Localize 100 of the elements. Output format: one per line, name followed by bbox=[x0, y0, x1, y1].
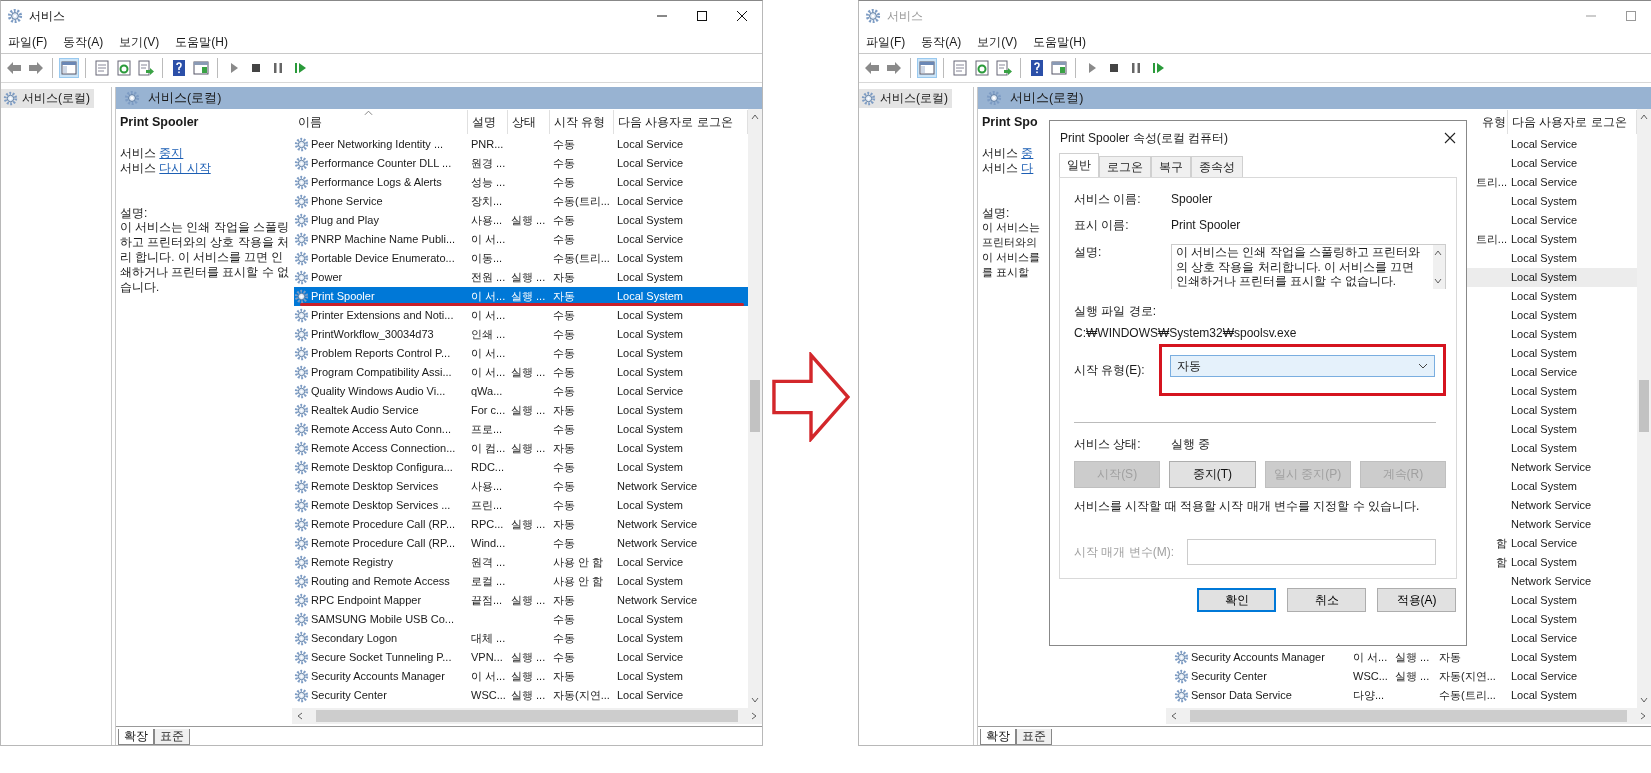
table-cell-text: 실행 ... bbox=[510, 403, 547, 418]
table-cell-text: Local Service bbox=[616, 688, 685, 703]
table-cell-text: RPC Endpoint Mapper bbox=[311, 593, 422, 608]
table-cell-text: VPN... bbox=[470, 650, 504, 665]
table-cell-text: Local Service bbox=[1510, 536, 1579, 551]
table-cell-text: 수동 bbox=[552, 308, 576, 323]
table-cell-text: Local System bbox=[616, 669, 685, 684]
table-cell-text: RDC... bbox=[470, 460, 505, 475]
table-cell-text: 수동 bbox=[552, 137, 576, 152]
table-cell-text: Program Compatibility Assi... bbox=[311, 365, 452, 380]
table-cell-text: 수동(트리... bbox=[1438, 688, 1497, 703]
table-cell-text: 수동(트리... bbox=[552, 251, 611, 266]
table-cell-text: 프린... bbox=[470, 498, 504, 513]
action-line: 서비스 다 bbox=[982, 161, 1034, 176]
table-cell-text: 수동 bbox=[552, 612, 576, 627]
table-cell-text: Local System bbox=[616, 422, 685, 437]
table-cell-text: WSC... bbox=[1352, 669, 1389, 684]
table-cell-text: Local System bbox=[616, 631, 685, 646]
description-text: 를 표시할 bbox=[982, 265, 1030, 280]
table-cell-text: Local System bbox=[616, 327, 685, 342]
action-line: 서비스 다시 시작 bbox=[120, 161, 212, 176]
table-cell-text: Local System bbox=[616, 460, 685, 475]
table-cell-text: 수동 bbox=[552, 498, 576, 513]
table-cell-text: Problem Reports Control P... bbox=[311, 346, 451, 361]
table-cell-text: PNR... bbox=[470, 137, 505, 152]
window-title: 서비스 bbox=[887, 7, 923, 25]
description-text: 프린터와의 bbox=[982, 235, 1037, 250]
table-cell-text: 자동 bbox=[552, 593, 576, 608]
table-cell-text: Remote Procedure Call (RP... bbox=[311, 536, 456, 551]
table-cell-text: Local System bbox=[1510, 308, 1579, 323]
table-cell-text: 자동 bbox=[552, 669, 576, 684]
table-cell-text: Network Service bbox=[1510, 574, 1593, 589]
table-cell-text: Local System bbox=[616, 365, 685, 380]
table-cell-text: 이 서... bbox=[470, 346, 507, 361]
table-cell-text: 수동 bbox=[552, 422, 576, 437]
table-cell-text: Local System bbox=[1510, 232, 1579, 247]
description-text: 이 서비스는 bbox=[982, 220, 1041, 235]
table-cell-text: Performance Logs & Alerts bbox=[311, 175, 442, 190]
table-cell-text: qWa... bbox=[470, 384, 504, 399]
table-cell-text: Remote Access Connection... bbox=[311, 441, 456, 456]
table-cell-text: Local System bbox=[1510, 346, 1579, 361]
table-cell-text: Security Accounts Manager bbox=[311, 669, 445, 684]
table-cell-text: 수동 bbox=[552, 346, 576, 361]
table-cell-text: Local System bbox=[1510, 650, 1579, 665]
table-cell-text: 전원 ... bbox=[470, 270, 507, 285]
table-cell-text: Remote Procedure Call (RP... bbox=[311, 517, 456, 532]
table-cell-text: Network Service bbox=[616, 517, 699, 532]
table-cell-text: Local Service bbox=[1510, 669, 1579, 684]
table-cell-text: 실행 ... bbox=[510, 593, 547, 608]
panel-title: 서비스(로컬) bbox=[148, 89, 222, 107]
hint-text: 서비스를 시작할 때 적용할 시작 매개 변수를 지정할 수 있습니다. bbox=[1074, 498, 1421, 515]
field-value: 실행 중 bbox=[1171, 435, 1211, 453]
table-cell-text: SAMSUNG Mobile USB Co... bbox=[311, 612, 455, 627]
table-cell-text: 자동 bbox=[552, 270, 576, 285]
table-cell-text: Local System bbox=[1510, 612, 1579, 627]
table-cell-text: Secondary Logon bbox=[311, 631, 398, 646]
field-label: 시작 유형(E): bbox=[1074, 361, 1146, 379]
table-cell-text: Remote Registry bbox=[311, 555, 393, 570]
table-cell-text: Local System bbox=[1510, 688, 1579, 703]
field-label: 서비스 상태: bbox=[1074, 435, 1142, 453]
table-cell-text: 수동 bbox=[552, 175, 576, 190]
table-cell-text: Local System bbox=[616, 346, 685, 361]
table-cell-text: Local System bbox=[616, 574, 685, 589]
table-cell-text: 수동 bbox=[552, 232, 576, 247]
table-cell-text: 이 서... bbox=[1352, 650, 1389, 665]
table-cell-text: Security Center bbox=[1191, 669, 1267, 684]
field-label: 서비스 이름: bbox=[1074, 190, 1142, 208]
service-name: Print Spooler bbox=[120, 115, 200, 129]
table-cell-text: Remote Access Auto Conn... bbox=[311, 422, 452, 437]
table-cell-text: Local System bbox=[616, 251, 685, 266]
table-cell-text: 실행 ... bbox=[510, 688, 547, 703]
table-cell-text: Local Service bbox=[616, 156, 685, 171]
table-cell-text: Local System bbox=[1510, 384, 1579, 399]
table-cell-text: Local System bbox=[1510, 555, 1579, 570]
description-label: 설명: bbox=[120, 206, 149, 220]
table-cell-text: Quality Windows Audio Vi... bbox=[311, 384, 446, 399]
table-cell-text: 자동 bbox=[552, 289, 576, 304]
table-cell-text: 실행 ... bbox=[510, 669, 547, 684]
table-cell-text: 프로... bbox=[470, 422, 504, 437]
table-cell-text: Security Accounts Manager bbox=[1191, 650, 1325, 665]
table-cell-text: 실행 ... bbox=[1394, 650, 1431, 665]
table-cell-text: Network Service bbox=[1510, 517, 1593, 532]
table-cell-text: 트리... bbox=[1474, 232, 1508, 247]
table-cell-text: 수동 bbox=[552, 631, 576, 646]
table-cell-text: Security Center bbox=[311, 688, 387, 703]
table-cell-text: 함 bbox=[1495, 555, 1508, 570]
table-cell-text: PrintWorkflow_30034d73 bbox=[311, 327, 434, 342]
panel-title: 서비스(로컬) bbox=[1010, 89, 1084, 107]
table-cell-text: Local Service bbox=[616, 384, 685, 399]
table-cell-text: Remote Desktop Configura... bbox=[311, 460, 453, 475]
table-cell-text: Network Service bbox=[616, 479, 699, 494]
table-cell-text: Peer Networking Identity ... bbox=[311, 137, 444, 152]
table-cell-text: 실행 ... bbox=[510, 650, 547, 665]
table-cell-text: 자동(지연... bbox=[1438, 669, 1497, 684]
tree-label: 서비스(로컬) bbox=[880, 90, 948, 107]
table-cell-text: 이 서... bbox=[470, 669, 507, 684]
table-cell-text: 실행 ... bbox=[510, 441, 547, 456]
field-value: Spooler bbox=[1171, 192, 1213, 206]
table-cell-text: Local System bbox=[616, 213, 685, 228]
table-cell-text: 인쇄 ... bbox=[470, 327, 507, 342]
